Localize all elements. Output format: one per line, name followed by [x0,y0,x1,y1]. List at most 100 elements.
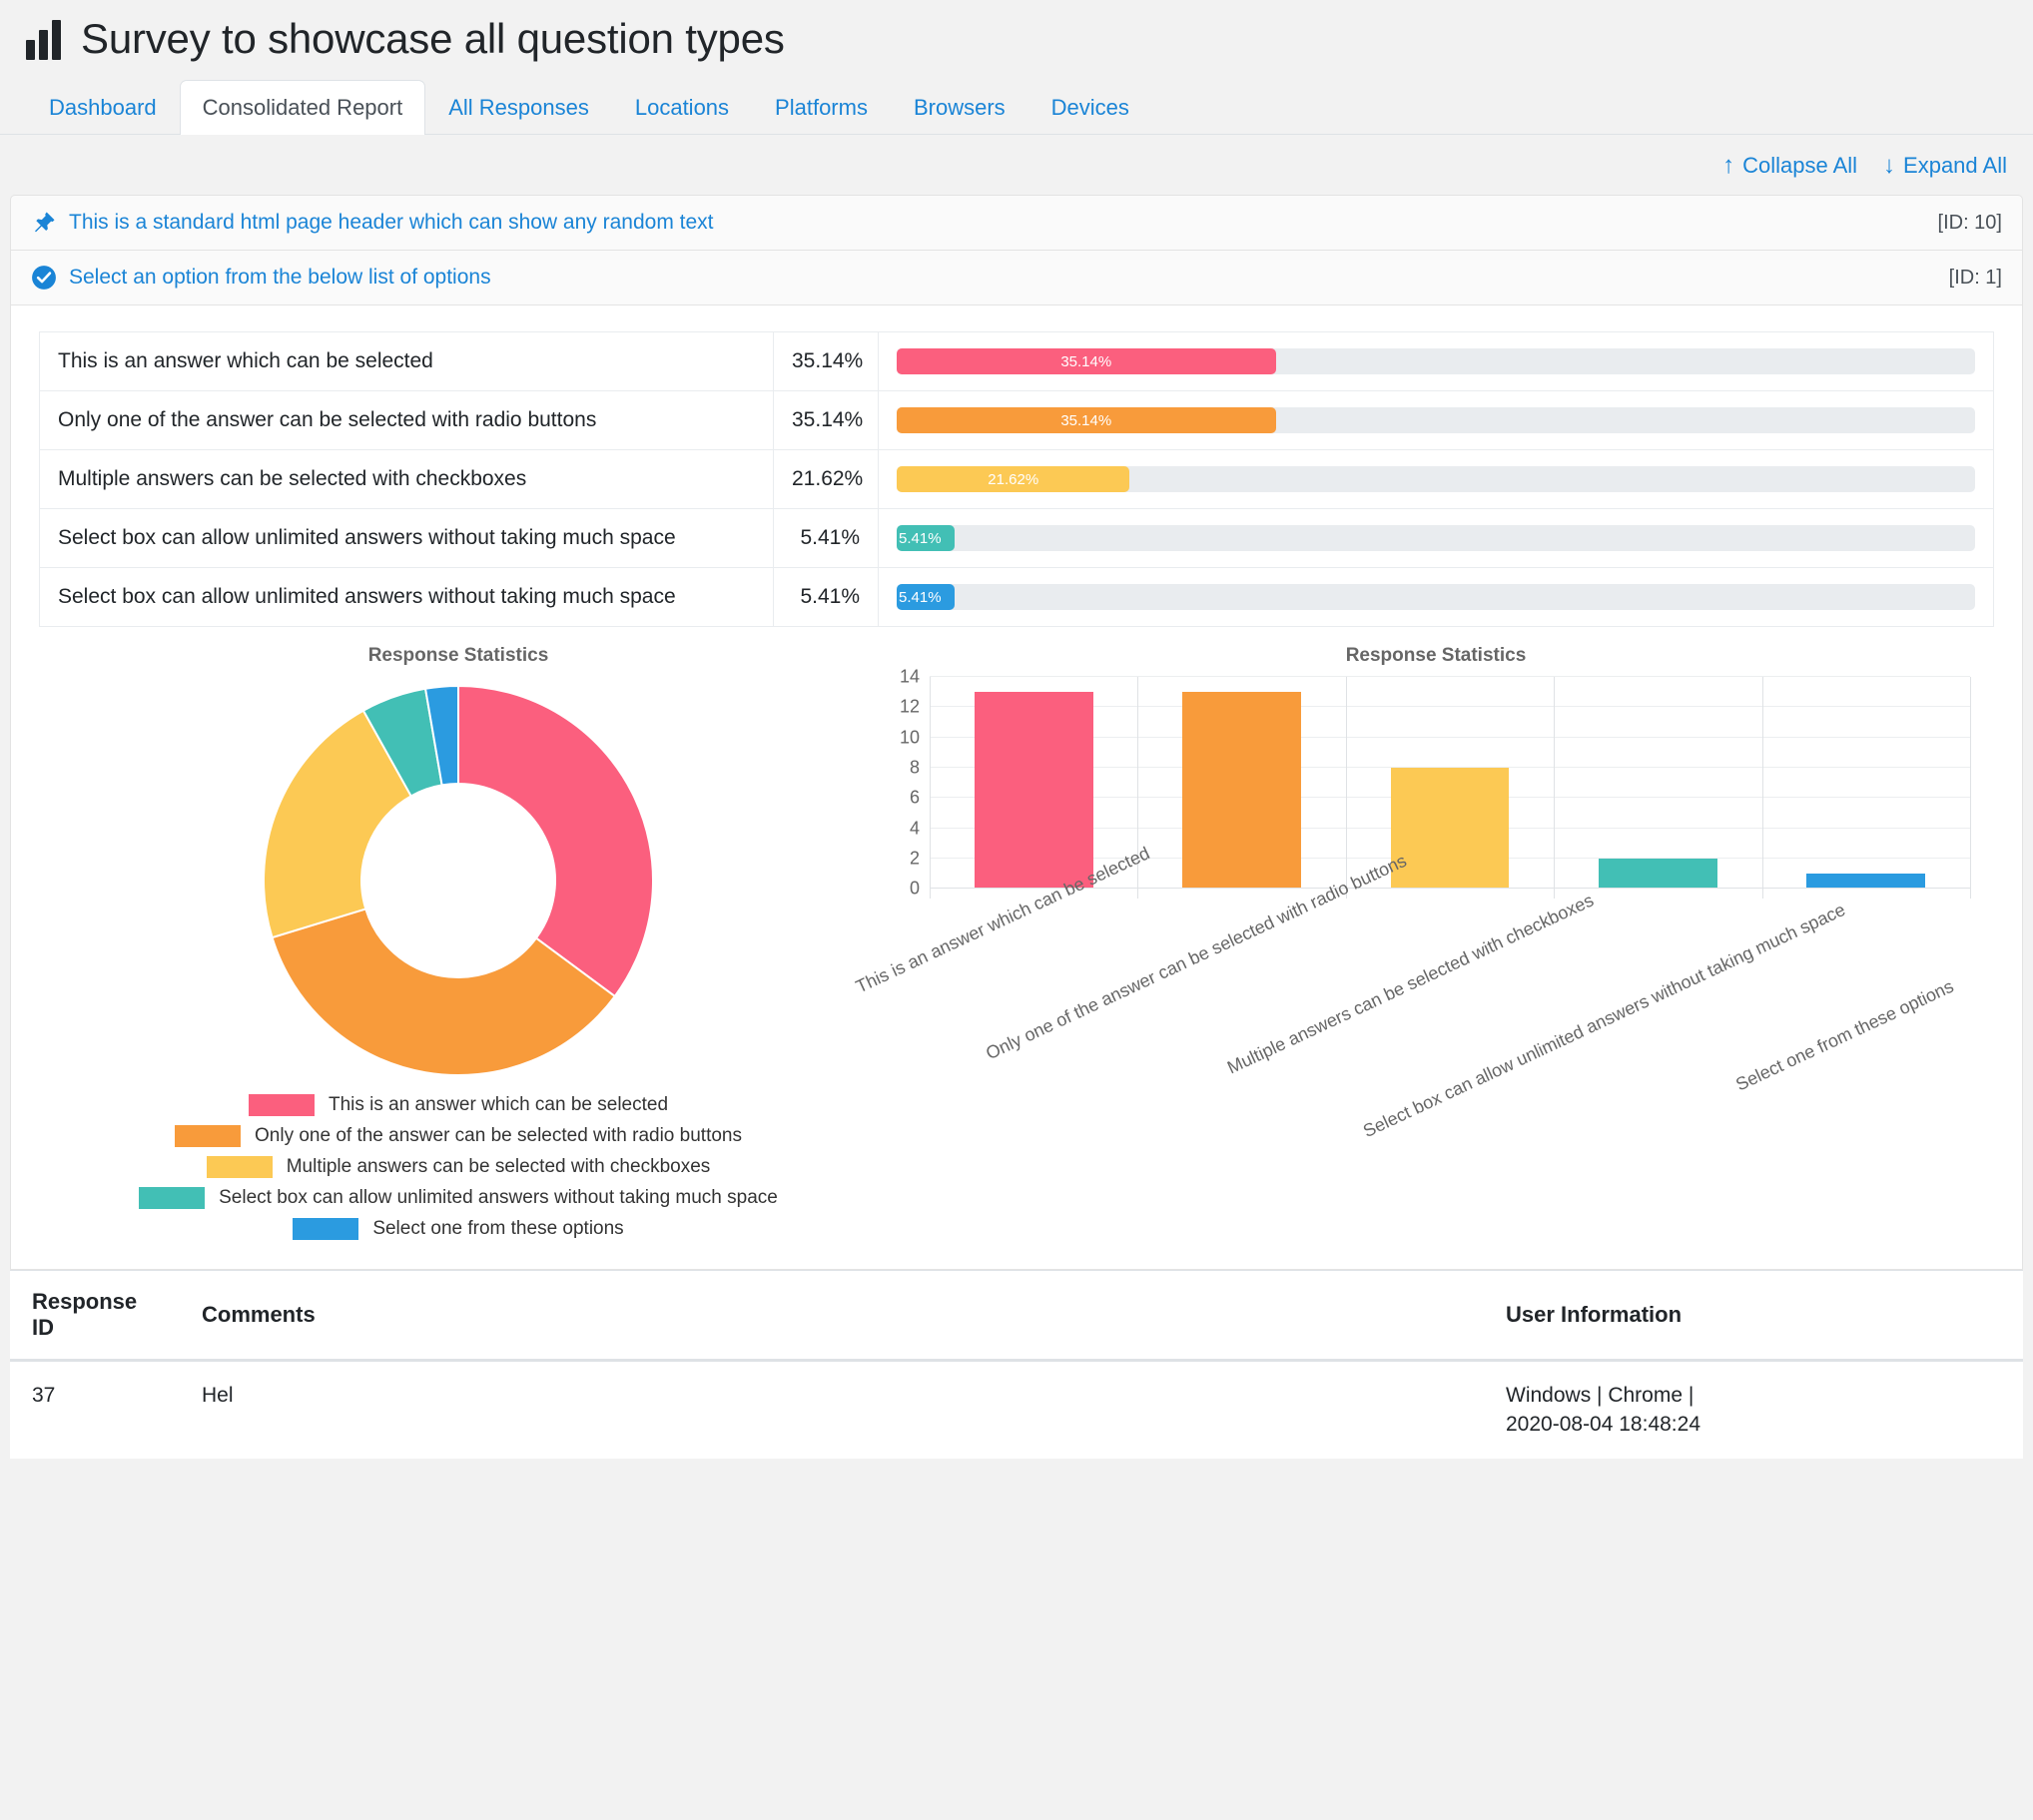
option-percent: 21.62% [773,449,879,510]
tab-devices[interactable]: Devices [1028,80,1152,135]
x-axis-tick-label: Select one from these options [1731,975,1957,1095]
bar-chart-y-axis: 0 2 4 6 8 10 12 14 [878,667,926,1103]
table-row: Only one of the answer can be selected w… [39,390,1994,451]
bar-chart-x-axis: This is an answer which can be selected O… [853,843,1970,1141]
question-header-text: This is a standard html page header whic… [69,211,714,235]
tab-locations[interactable]: Locations [612,80,752,135]
bar[interactable] [1599,858,1717,890]
question-header-1[interactable]: Select an option from the below list of … [10,251,2023,306]
legend-label: This is an answer which can be selected [328,1094,669,1116]
legend-item[interactable]: Only one of the answer can be selected w… [39,1125,878,1148]
y-axis-tick-label: 2 [909,848,920,869]
bar-chart-block: Response Statistics 0 2 4 6 8 10 12 14 This is … [853,645,1994,1141]
legend-label: Only one of the answer can be selected w… [255,1125,742,1147]
table-row: This is an answer which can be selected 3… [39,331,1994,392]
user-info-timestamp: 2020-08-04 18:48:24 [1506,1412,1700,1436]
legend-item[interactable]: Multiple answers can be selected with ch… [39,1156,878,1179]
bar-slot [1137,677,1345,890]
donut-legend: This is an answer which can be selected O… [39,1094,878,1241]
donut-chart-block: Response Statistics This is an answer wh… [39,645,878,1249]
progress-track: 35.14% [897,348,1975,375]
tab-consolidated-report[interactable]: Consolidated Report [179,80,426,136]
table-row: Select box can allow unlimited answers w… [39,567,1994,628]
option-percent: 5.41% [773,508,879,569]
bar-slot [930,677,1137,890]
option-bar-cell: 5.41% [878,567,1994,628]
y-axis-tick-label: 8 [909,757,920,778]
option-bar-cell: 21.62% [878,449,1994,510]
bar[interactable] [1390,768,1510,890]
donut-svg [263,685,654,1077]
legend-label: Select box can allow unlimited answers w… [219,1187,778,1209]
y-axis-tick-label: 14 [899,666,920,687]
expand-all-label: Expand All [1903,153,2007,179]
progress-fill: 35.14% [897,407,1276,434]
legend-label: Multiple answers can be selected with ch… [286,1156,711,1178]
progress-track: 5.41% [897,584,1975,611]
legend-swatch [206,1156,273,1179]
question-id-label: [ID: 1] [1948,266,2002,289]
progress-track: 5.41% [897,525,1975,552]
pin-icon [31,210,57,236]
gridline-vertical [1970,677,1971,900]
option-label: Only one of the answer can be selected w… [39,390,774,451]
options-table: This is an answer which can be selected 3… [39,331,1994,628]
table-row: Select box can allow unlimited answers w… [39,508,1994,569]
progress-fill: 21.62% [897,466,1130,493]
legend-item[interactable]: Select one from these options [39,1218,878,1241]
bar[interactable] [1182,692,1301,890]
bar-chart-plot [930,676,1971,900]
option-bar-cell: 5.41% [878,508,1994,569]
collapse-all-button[interactable]: ↑ Collapse All [1722,153,1857,179]
y-axis-tick-label: 12 [899,696,920,717]
y-axis-tick-label: 4 [909,818,920,839]
option-percent: 35.14% [773,331,879,392]
legend-label: Select one from these options [372,1218,624,1240]
option-percent: 35.14% [773,390,879,451]
question-id-label: [ID: 10] [1937,211,2002,234]
bar-slot [1762,677,1970,890]
progress-fill: 35.14% [897,348,1276,375]
legend-item[interactable]: Select box can allow unlimited answers w… [39,1187,878,1210]
tab-bar: Dashboard Consolidated Report All Response… [0,66,2033,136]
donut-slice [457,685,654,998]
option-label: Select box can allow unlimited answers w… [39,508,774,569]
report-tools: ↑ Collapse All ↓ Expand All [0,135,2033,195]
bar[interactable] [1806,874,1926,890]
x-axis-tick-label: Select box can allow unlimited answers w… [1360,900,1849,1142]
question-header-text: Select an option from the below list of … [69,266,491,290]
legend-item[interactable]: This is an answer which can be selected [39,1094,878,1117]
y-axis-tick-label: 6 [909,787,920,808]
column-header-user-information: User Information [1484,1270,2023,1363]
legend-swatch [248,1094,315,1117]
charts-row: Response Statistics This is an answer wh… [39,645,1994,1249]
page-title: Survey to showcase all question types [81,15,785,62]
bar-chart-title: Response Statistics [1345,645,1527,667]
bar-chart-icon [26,18,61,61]
page-header: Survey to showcase all question types [0,0,2033,66]
option-bar-cell: 35.14% [878,331,1994,392]
cell-user-information: Windows | Chrome | 2020-08-04 18:48:24 [1484,1361,2023,1459]
option-label: This is an answer which can be selected [39,331,774,392]
tab-all-responses[interactable]: All Responses [425,80,612,135]
option-label: Multiple answers can be selected with ch… [39,449,774,510]
y-axis-tick-label: 10 [899,727,920,748]
tab-browsers[interactable]: Browsers [891,80,1028,135]
check-circle-icon [31,265,57,291]
cell-comments: Hel [202,1384,234,1408]
legend-swatch [293,1218,359,1241]
collapse-all-label: Collapse All [1742,153,1858,179]
tab-dashboard[interactable]: Dashboard [26,80,180,135]
expand-all-button[interactable]: ↓ Expand All [1883,153,2007,179]
column-header-response-id: Response ID [10,1270,180,1363]
question-header-10[interactable]: This is a standard html page header whic… [10,195,2023,252]
bar[interactable] [974,692,1093,890]
progress-fill: 5.41% [897,584,956,611]
tab-platforms[interactable]: Platforms [752,80,891,135]
responses-table: Response ID Comments User Information 37… [10,1270,2023,1459]
responses-table-header-row: Response ID Comments User Information [10,1270,2023,1363]
option-bar-cell: 35.14% [878,390,1994,451]
arrow-up-icon: ↑ [1722,152,1735,180]
progress-fill: 5.41% [897,525,956,552]
legend-swatch [139,1187,206,1210]
